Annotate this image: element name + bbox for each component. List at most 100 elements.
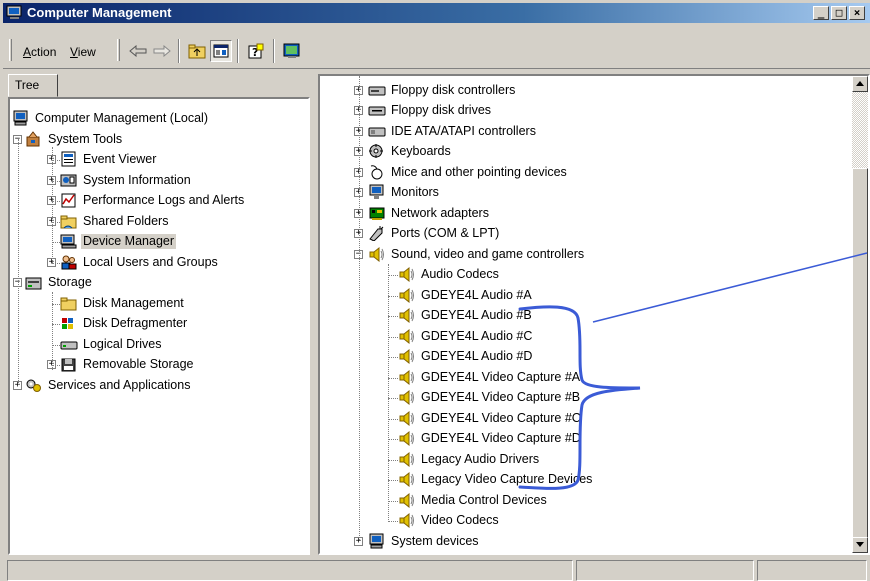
tree-connector xyxy=(388,316,398,317)
properties-button[interactable]: ? xyxy=(245,40,267,62)
tree-connector xyxy=(359,76,360,540)
monitor-icon xyxy=(369,184,384,199)
tree-connector xyxy=(388,501,398,502)
users-icon xyxy=(61,255,77,270)
device-tree-item-label: System devices xyxy=(391,534,479,548)
tree-connector xyxy=(52,201,60,202)
toolbar-separator-2 xyxy=(237,39,239,63)
show-hide-tree-icon xyxy=(213,44,229,58)
device-manager-icon xyxy=(60,234,77,249)
speaker-icon xyxy=(399,471,414,487)
defragmenter-icon xyxy=(62,318,73,329)
console-tree-item-label: System Tools xyxy=(48,132,123,146)
system-tools-icon xyxy=(26,131,40,147)
tree-connector xyxy=(52,324,60,325)
console-tree-item-label: Disk Management xyxy=(83,296,184,310)
title-bar[interactable]: Computer Management _ □ × xyxy=(3,3,870,23)
device-tree-item-label: Sound, video and game controllers xyxy=(391,247,585,261)
device-tree-item-label: GDEYE4L Audio #B xyxy=(421,308,532,322)
menu-view[interactable]: View xyxy=(70,45,96,59)
tree-connector xyxy=(388,439,398,440)
scroll-thumb[interactable] xyxy=(852,168,868,538)
tree-connector xyxy=(388,398,398,399)
scroll-down-button[interactable] xyxy=(852,537,868,553)
folder-icon xyxy=(60,297,77,311)
device-tree-item-label: Legacy Audio Drivers xyxy=(421,452,540,466)
menu-view-label: iew xyxy=(77,45,96,59)
menu-action-label: ction xyxy=(31,45,57,59)
computer-icon xyxy=(369,533,384,549)
console-tree-item-label: Computer Management (Local) xyxy=(35,111,208,125)
device-tree-item-label: GDEYE4L Audio #A xyxy=(421,288,532,302)
device-tree-item-label: GDEYE4L Video Capture #D xyxy=(421,431,581,445)
device-tree-item-label: GDEYE4L Video Capture #A xyxy=(421,370,581,384)
tree-connector xyxy=(388,419,398,420)
device-tree-item-label: Audio Codecs xyxy=(421,267,499,281)
back-button[interactable] xyxy=(127,40,149,62)
tree-connector xyxy=(388,264,389,522)
vertical-scrollbar[interactable] xyxy=(852,76,868,553)
tree-connector xyxy=(18,139,19,385)
tree-connector xyxy=(52,263,60,264)
down-triangle-icon xyxy=(856,542,864,547)
tree-connector xyxy=(52,365,60,366)
status-panel-1 xyxy=(7,560,573,581)
speaker-icon xyxy=(399,328,414,344)
help-button[interactable] xyxy=(281,40,303,62)
shared-folder-icon xyxy=(60,215,77,229)
device-tree-item-label: Network adapters xyxy=(391,206,489,220)
computer-icon xyxy=(13,110,28,126)
services-icon xyxy=(26,379,41,392)
minimize-button[interactable]: _ xyxy=(813,6,829,20)
speaker-icon xyxy=(369,246,384,262)
ide-controller-icon xyxy=(368,127,386,137)
close-button[interactable]: × xyxy=(849,6,865,20)
toolbar-grip-2[interactable] xyxy=(117,39,120,61)
console-tree-item-label: Disk Defragmenter xyxy=(83,316,188,330)
floppy-controller-icon xyxy=(368,86,386,96)
tree-connector xyxy=(52,222,60,223)
drive-icon xyxy=(60,341,78,350)
system-information-icon xyxy=(60,174,77,187)
back-arrow-icon xyxy=(129,45,147,57)
speaker-icon xyxy=(399,389,414,405)
device-tree-item-label: Ports (COM & LPT) xyxy=(391,226,500,240)
speaker-icon xyxy=(399,307,414,323)
scroll-up-button[interactable] xyxy=(852,76,868,92)
tree-connector xyxy=(388,521,398,522)
tree-connector xyxy=(388,480,398,481)
event-viewer-icon xyxy=(61,151,76,167)
up-one-level-button[interactable] xyxy=(186,40,208,62)
forward-arrow-icon xyxy=(153,45,171,57)
speaker-icon xyxy=(399,266,414,282)
console-tree-item-label: Storage xyxy=(48,275,92,289)
window-title: Computer Management xyxy=(27,5,172,20)
console-tree-item-label: Logical Drives xyxy=(83,337,162,351)
device-tree-item-label: Mice and other pointing devices xyxy=(391,165,567,179)
show-hide-tree-button[interactable] xyxy=(210,40,232,62)
device-tree-pane[interactable]: + Floppy disk controllers + Floppy disk dri… xyxy=(318,74,870,555)
tree-connector xyxy=(388,275,398,276)
menu-action[interactable]: Action xyxy=(23,45,56,59)
speaker-icon xyxy=(399,512,414,528)
console-tree-item-label: Local Users and Groups xyxy=(83,255,218,269)
console-tree-item-label: Removable Storage xyxy=(83,357,194,371)
performance-logs-icon xyxy=(61,193,76,208)
properties-icon: ? xyxy=(248,43,264,59)
maximize-button[interactable]: □ xyxy=(831,6,847,20)
tab-tree[interactable]: Tree xyxy=(8,74,58,97)
status-panel-2 xyxy=(576,560,754,581)
device-tree-item-label: Video Codecs xyxy=(421,513,499,527)
tree-connector xyxy=(52,304,60,305)
console-tree-pane[interactable]: Computer Management (Local) − System Tools… xyxy=(8,97,310,555)
tree-connector xyxy=(52,345,60,346)
toolbar-grip[interactable] xyxy=(9,39,12,61)
tree-connector xyxy=(388,378,398,379)
forward-button[interactable] xyxy=(151,40,173,62)
device-tree-item-label: GDEYE4L Video Capture #B xyxy=(421,390,581,404)
tree-connector xyxy=(52,242,60,243)
device-tree-item-label: GDEYE4L Audio #C xyxy=(421,329,533,343)
device-tree-item-label: GDEYE4L Video Capture #C xyxy=(421,411,581,425)
mouse-icon xyxy=(370,165,383,180)
menu-action-mnemonic: A xyxy=(23,45,32,59)
